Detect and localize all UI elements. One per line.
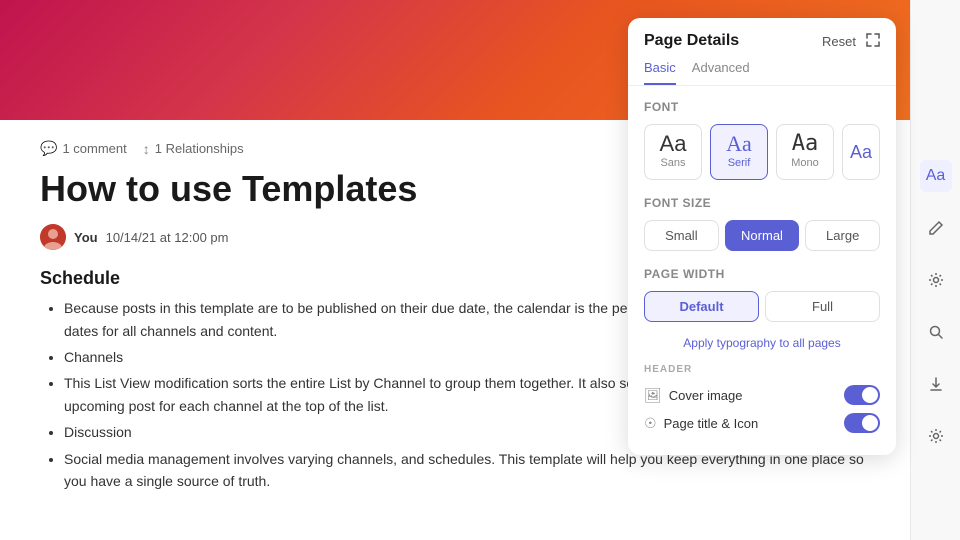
font-serif-preview: Aa bbox=[726, 133, 752, 155]
edit-icon[interactable] bbox=[920, 212, 952, 244]
page-title-icon: ☉ bbox=[644, 415, 657, 432]
font-options: Aa Sans Aa Serif Aa Mono Aa bbox=[644, 124, 880, 180]
reset-button[interactable]: Reset bbox=[822, 34, 856, 49]
page-title-toggle-row: ☉ Page title & Icon bbox=[644, 413, 880, 433]
apply-typography-link[interactable]: Apply typography to all pages bbox=[644, 336, 880, 350]
tab-basic[interactable]: Basic bbox=[644, 60, 676, 85]
panel-body: Font Aa Sans Aa Serif Aa Mono Aa Font Si… bbox=[628, 86, 896, 455]
page-title-toggle[interactable] bbox=[844, 413, 880, 433]
font-icon[interactable]: Aa bbox=[920, 160, 952, 192]
font-sans-preview: Aa bbox=[660, 133, 687, 155]
download-icon[interactable] bbox=[920, 368, 952, 400]
font-mono-label: Mono bbox=[791, 157, 819, 169]
author-date: 10/14/21 at 12:00 pm bbox=[106, 230, 229, 245]
page-width-label: Page Width bbox=[644, 267, 880, 281]
relationship-icon: ↕ bbox=[143, 141, 150, 157]
font-sans-option[interactable]: Aa Sans bbox=[644, 124, 702, 180]
width-full[interactable]: Full bbox=[765, 291, 880, 322]
size-small[interactable]: Small bbox=[644, 220, 719, 251]
cover-image-icon: 🖼 bbox=[644, 387, 662, 404]
font-extra-option[interactable]: Aa bbox=[842, 124, 880, 180]
comment-count: 1 comment bbox=[62, 141, 126, 156]
font-serif-label: Serif bbox=[728, 157, 751, 169]
font-extra-label: Aa bbox=[850, 142, 872, 163]
page-title-text: Page title & Icon bbox=[664, 416, 759, 431]
relationship-count: 1 Relationships bbox=[155, 141, 244, 156]
comment-icon: 💬 bbox=[40, 140, 57, 157]
panel-header: Page Details Reset bbox=[628, 18, 896, 50]
sidebar-icons: Aa bbox=[910, 0, 960, 540]
panel-title: Page Details bbox=[644, 32, 739, 50]
width-default[interactable]: Default bbox=[644, 291, 759, 322]
cover-image-toggle-row: 🖼 Cover image bbox=[644, 385, 880, 405]
font-serif-option[interactable]: Aa Serif bbox=[710, 124, 768, 180]
settings-icon[interactable] bbox=[920, 420, 952, 452]
page-details-panel: Page Details Reset Basic Advanced Font A… bbox=[628, 18, 896, 455]
avatar bbox=[40, 224, 66, 250]
author-name: You bbox=[74, 230, 98, 245]
page-title-label: ☉ Page title & Icon bbox=[644, 415, 758, 432]
comment-meta: 💬 1 comment bbox=[40, 140, 127, 157]
font-sans-label: Sans bbox=[660, 157, 685, 169]
font-section-label: Font bbox=[644, 100, 880, 114]
font-mono-option[interactable]: Aa Mono bbox=[776, 124, 834, 180]
size-normal[interactable]: Normal bbox=[725, 220, 800, 251]
header-section-label: HEADER bbox=[644, 364, 880, 375]
panel-actions: Reset bbox=[822, 33, 880, 50]
panel-tabs: Basic Advanced bbox=[628, 50, 896, 86]
font-mono-preview: Aa bbox=[792, 133, 819, 155]
relationship-meta: ↕ 1 Relationships bbox=[143, 141, 244, 157]
expand-button[interactable] bbox=[866, 33, 880, 50]
font-size-label: Font Size bbox=[644, 196, 880, 210]
cover-image-toggle[interactable] bbox=[844, 385, 880, 405]
cover-image-label: 🖼 Cover image bbox=[644, 387, 742, 404]
tab-advanced[interactable]: Advanced bbox=[692, 60, 750, 85]
size-options: Small Normal Large bbox=[644, 220, 880, 251]
size-large[interactable]: Large bbox=[805, 220, 880, 251]
width-options: Default Full bbox=[644, 291, 880, 322]
cover-image-text: Cover image bbox=[669, 388, 743, 403]
search-icon[interactable] bbox=[920, 316, 952, 348]
gear-icon[interactable] bbox=[920, 264, 952, 296]
